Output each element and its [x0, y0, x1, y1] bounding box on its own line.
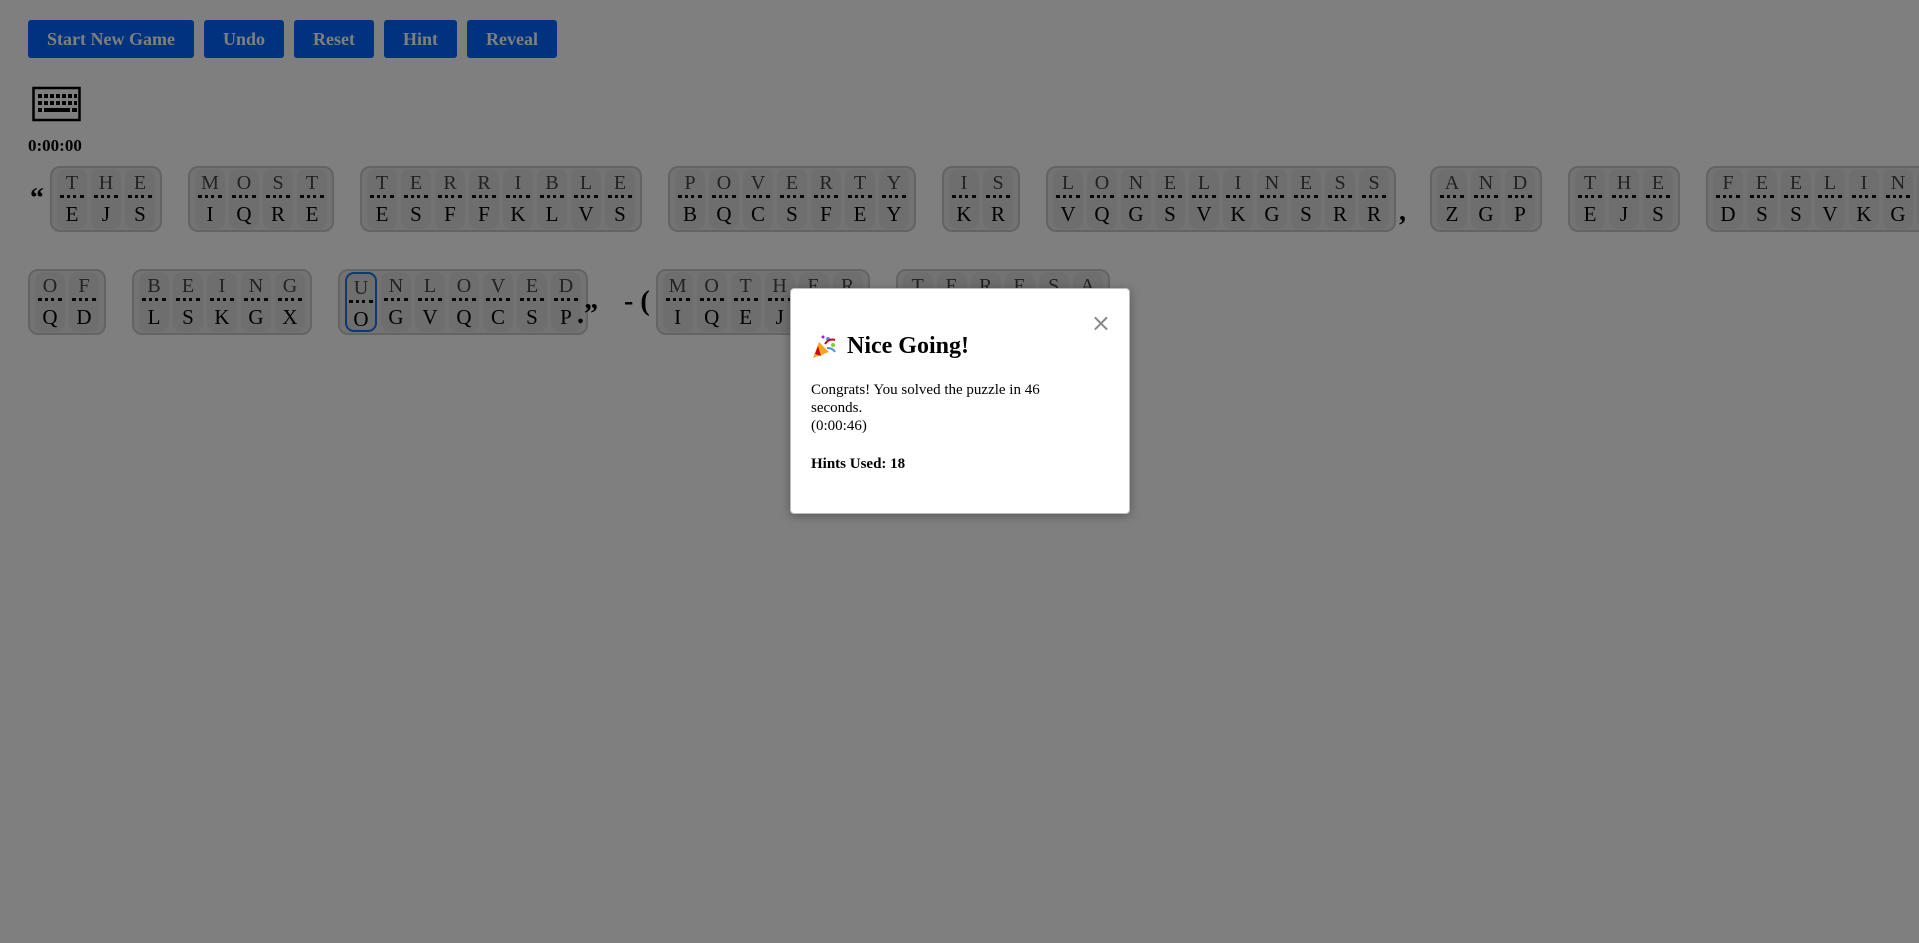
party-popper-icon [811, 334, 837, 360]
dialog-header: Nice Going! [811, 333, 969, 360]
solve-time-duration: (0:00:46) [811, 418, 867, 434]
solve-time-text: Congrats! You solved the puzzle in 46 se… [811, 382, 1040, 416]
close-icon[interactable]: × [1091, 311, 1111, 335]
dialog-message: Congrats! You solved the puzzle in 46 se… [811, 381, 1071, 435]
success-dialog: × Nice Going! Congrats! You solved the p… [790, 288, 1130, 514]
dialog-title: Nice Going! [847, 333, 969, 359]
hints-used: Hints Used: 18 [811, 456, 906, 472]
cryptogram-app: Start New Game Undo Reset Hint Reveal 0:… [0, 0, 1919, 943]
